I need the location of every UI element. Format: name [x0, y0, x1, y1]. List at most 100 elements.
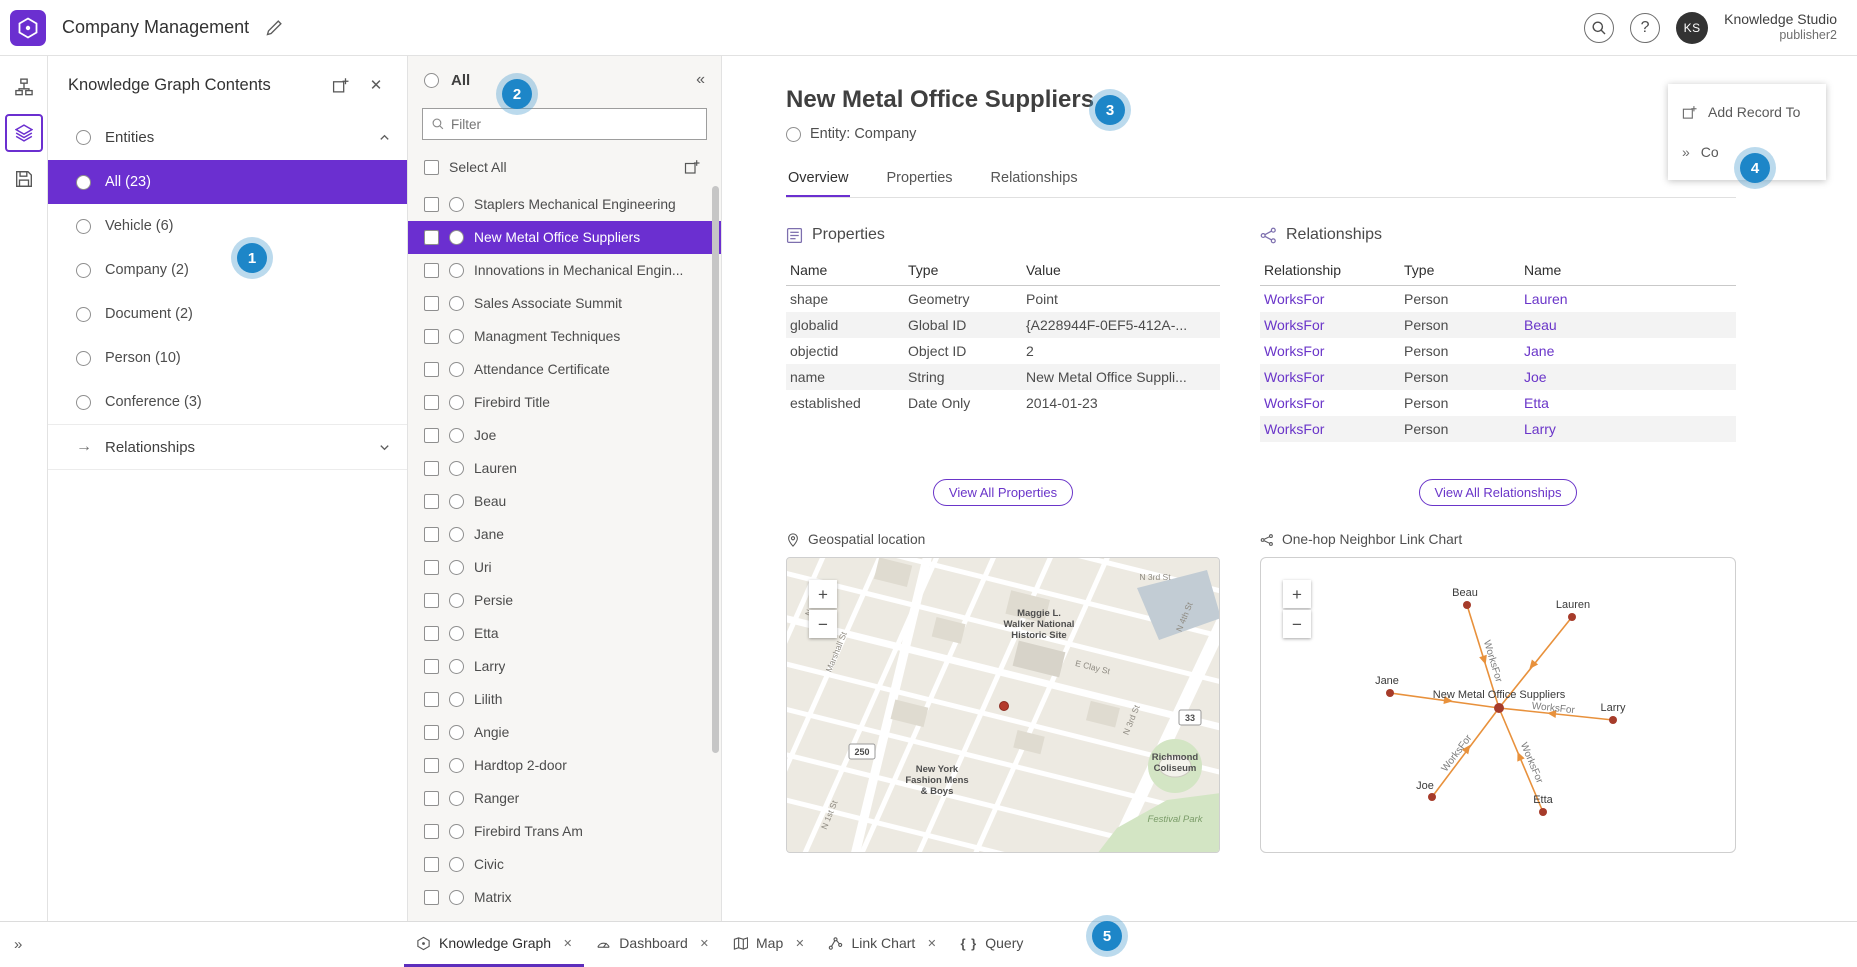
relationship-row[interactable]: WorksFor Person Lauren: [1260, 286, 1736, 313]
entity-type-item[interactable]: All (23): [48, 160, 407, 204]
entity-type-item[interactable]: Document (2): [48, 292, 407, 336]
record-list-item[interactable]: Staplers Mechanical Engineering: [408, 188, 721, 221]
property-row[interactable]: name String New Metal Office Suppli...: [786, 364, 1220, 390]
scrollbar-thumb[interactable]: [712, 186, 719, 753]
close-tab-icon[interactable]: ✕: [563, 937, 572, 950]
relationship-link[interactable]: WorksFor: [1260, 286, 1400, 313]
record-checkbox[interactable]: [424, 197, 439, 212]
zoom-in-button[interactable]: +: [809, 580, 837, 608]
zoom-out-button[interactable]: −: [1283, 610, 1311, 638]
record-list-item[interactable]: Angie: [408, 716, 721, 749]
record-list-item[interactable]: Joe: [408, 419, 721, 452]
record-list-item[interactable]: Lauren: [408, 452, 721, 485]
user-avatar[interactable]: KS: [1676, 12, 1708, 44]
help-button[interactable]: ?: [1630, 13, 1660, 43]
geospatial-map[interactable]: N Clay St Marshall St E Clay St N 3rd St…: [786, 557, 1220, 853]
data-model-rail-button[interactable]: [5, 68, 43, 106]
related-entity-link[interactable]: Jane: [1520, 338, 1736, 364]
related-entity-link[interactable]: Larry: [1520, 416, 1736, 442]
node-jane[interactable]: [1386, 689, 1394, 697]
record-checkbox[interactable]: [424, 527, 439, 542]
record-checkbox[interactable]: [424, 395, 439, 410]
relationships-group-header[interactable]: → Relationships: [48, 424, 407, 470]
record-list-item[interactable]: Lilith: [408, 683, 721, 716]
close-panel-icon[interactable]: ✕: [363, 72, 389, 98]
zoom-out-button[interactable]: −: [809, 610, 837, 638]
relationship-link[interactable]: WorksFor: [1260, 390, 1400, 416]
record-list-item[interactable]: Attendance Certificate: [408, 353, 721, 386]
record-checkbox[interactable]: [424, 428, 439, 443]
record-checkbox[interactable]: [424, 626, 439, 641]
record-list-item[interactable]: Uri: [408, 551, 721, 584]
record-list-item[interactable]: Jane: [408, 518, 721, 551]
record-checkbox[interactable]: [424, 692, 439, 707]
record-list-item[interactable]: Civic: [408, 848, 721, 881]
record-checkbox[interactable]: [424, 230, 439, 245]
list-scrollbar[interactable]: [712, 186, 719, 913]
menu-item-add-record-to[interactable]: Add Record To: [1668, 92, 1826, 132]
save-rail-button[interactable]: [5, 160, 43, 198]
record-checkbox[interactable]: [424, 890, 439, 905]
record-checkbox[interactable]: [424, 560, 439, 575]
related-entity-link[interactable]: Etta: [1520, 390, 1736, 416]
close-tab-icon[interactable]: ✕: [795, 937, 804, 950]
relationship-link[interactable]: WorksFor: [1260, 416, 1400, 442]
center-node[interactable]: [1494, 703, 1504, 713]
search-button[interactable]: [1584, 13, 1614, 43]
property-row[interactable]: shape Geometry Point: [786, 286, 1220, 313]
relationship-row[interactable]: WorksFor Person Jane: [1260, 338, 1736, 364]
related-entity-link[interactable]: Joe: [1520, 364, 1736, 390]
record-checkbox[interactable]: [424, 329, 439, 344]
record-list-item[interactable]: New Metal Office Suppliers: [408, 221, 721, 254]
relationship-row[interactable]: WorksFor Person Beau: [1260, 312, 1736, 338]
record-checkbox[interactable]: [424, 659, 439, 674]
record-list-item[interactable]: Ranger: [408, 782, 721, 815]
related-entity-link[interactable]: Beau: [1520, 312, 1736, 338]
node-etta[interactable]: [1539, 808, 1547, 816]
property-row[interactable]: globalid Global ID {A228944F-0EF5-412A-.…: [786, 312, 1220, 338]
related-entity-link[interactable]: Lauren: [1520, 286, 1736, 313]
close-tab-icon[interactable]: ✕: [927, 937, 936, 950]
record-list-item[interactable]: Etta: [408, 617, 721, 650]
contents-rail-button[interactable]: [5, 114, 43, 152]
expand-panel-icon[interactable]: »: [14, 936, 36, 953]
close-tab-icon[interactable]: ✕: [700, 937, 709, 950]
node-joe[interactable]: [1428, 793, 1436, 801]
node-larry[interactable]: [1609, 716, 1617, 724]
relationship-row[interactable]: WorksFor Person Larry: [1260, 416, 1736, 442]
record-checkbox[interactable]: [424, 296, 439, 311]
record-checkbox[interactable]: [424, 758, 439, 773]
entity-type-item[interactable]: Vehicle (6): [48, 204, 407, 248]
collapse-panel-icon[interactable]: «: [696, 71, 705, 89]
view-all-properties-button[interactable]: View All Properties: [933, 479, 1073, 506]
tab-relationships[interactable]: Relationships: [989, 170, 1080, 197]
record-list-item[interactable]: Persie: [408, 584, 721, 617]
record-list-item[interactable]: Firebird Title: [408, 386, 721, 419]
edit-title-icon[interactable]: [265, 19, 283, 37]
record-list-item[interactable]: Managment Techniques: [408, 320, 721, 353]
record-location-marker[interactable]: [1000, 702, 1009, 711]
record-checkbox[interactable]: [424, 461, 439, 476]
record-list-item[interactable]: Matrix: [408, 881, 721, 914]
record-checkbox[interactable]: [424, 263, 439, 278]
tab-map[interactable]: Map ✕: [721, 922, 816, 967]
tab-query[interactable]: { } Query: [949, 922, 1036, 967]
filter-input[interactable]: [451, 117, 698, 132]
relationship-link[interactable]: WorksFor: [1260, 338, 1400, 364]
entity-type-item[interactable]: Person (10): [48, 336, 407, 380]
neighbor-link-chart[interactable]: WorksFor WorksFor WorksFor WorksFor: [1260, 557, 1736, 853]
node-lauren[interactable]: [1568, 613, 1576, 621]
node-beau[interactable]: [1463, 601, 1471, 609]
tab-knowledge-graph[interactable]: Knowledge Graph ✕: [404, 922, 584, 967]
entities-group-header[interactable]: Entities: [48, 114, 407, 160]
record-checkbox[interactable]: [424, 857, 439, 872]
tab-properties[interactable]: Properties: [884, 170, 954, 197]
record-checkbox[interactable]: [424, 593, 439, 608]
add-entity-type-icon[interactable]: [327, 72, 353, 98]
property-row[interactable]: objectid Object ID 2: [786, 338, 1220, 364]
tab-dashboard[interactable]: Dashboard ✕: [584, 922, 721, 967]
record-list-item[interactable]: Hardtop 2-door: [408, 749, 721, 782]
record-checkbox[interactable]: [424, 725, 439, 740]
record-list-item[interactable]: Sales Associate Summit: [408, 287, 721, 320]
relationship-row[interactable]: WorksFor Person Etta: [1260, 390, 1736, 416]
